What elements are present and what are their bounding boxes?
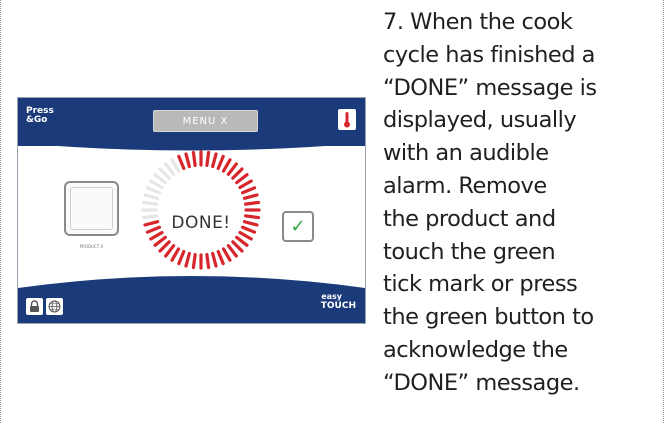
progress-ring-tick xyxy=(149,179,164,190)
progress-ring-tick xyxy=(244,200,261,206)
press-and-go-logo: Press &Go xyxy=(26,107,54,125)
progress-ring-tick xyxy=(221,158,232,173)
progress-ring-tick xyxy=(231,167,244,180)
footer-bar xyxy=(18,276,365,323)
lock-button[interactable] xyxy=(26,298,43,315)
progress-ring-tick xyxy=(158,240,171,253)
progress-ring-tick xyxy=(238,230,253,241)
progress-ring-tick xyxy=(205,253,211,270)
globe-icon xyxy=(48,300,61,313)
progress-ring-tick xyxy=(205,150,211,167)
thermometer-button[interactable] xyxy=(338,109,356,130)
easytouch-logo: easy TOUCH xyxy=(320,292,356,312)
product-button-face xyxy=(70,187,113,230)
progress-ring-tick xyxy=(191,253,197,270)
device-screen: Press &Go MENU X PRODUCT X DONE! ✓ easy … xyxy=(17,97,366,324)
progress-ring-tick xyxy=(153,235,167,247)
progress-ring-tick xyxy=(141,214,158,220)
progress-ring-tick xyxy=(211,152,218,169)
progress-ring-tick xyxy=(170,158,181,173)
progress-ring-tick xyxy=(177,154,186,171)
acknowledge-tick-button[interactable]: ✓ xyxy=(282,211,314,242)
progress-ring-tick xyxy=(216,154,225,171)
progress-ring-tick xyxy=(164,162,176,176)
progress-ring-tick xyxy=(184,251,191,268)
menu-button[interactable]: MENU X xyxy=(153,110,258,132)
progress-ring-tick xyxy=(191,150,197,167)
progress-ring-tick xyxy=(242,220,259,227)
progress-ring-tick xyxy=(226,162,238,176)
progress-ring-tick xyxy=(238,179,253,190)
progress-ring-tick xyxy=(235,173,249,185)
progress-ring-tick xyxy=(170,247,181,262)
easytouch-logo-line-1: easy xyxy=(321,292,342,301)
progress-ring-tick xyxy=(240,225,257,234)
progress-ring-tick xyxy=(143,220,160,227)
check-icon: ✓ xyxy=(290,216,306,237)
progress-ring-tick xyxy=(226,244,238,258)
progress-ring-tick xyxy=(244,214,261,220)
progress-ring-tick xyxy=(235,235,249,247)
progress-ring-tick xyxy=(184,152,191,169)
thermometer-icon xyxy=(344,112,350,128)
progress-ring-tick xyxy=(164,244,176,258)
progress-ring-tick xyxy=(153,173,167,185)
done-message: DONE! xyxy=(171,213,231,233)
progress-ring-tick xyxy=(143,193,160,200)
progress-ring-tick xyxy=(145,225,162,234)
progress-ring-tick xyxy=(149,230,164,241)
logo-line-2: &Go xyxy=(26,115,48,125)
language-button[interactable] xyxy=(46,298,63,315)
progress-ring-tick xyxy=(177,249,186,266)
progress-ring xyxy=(141,150,261,270)
progress-ring-tick xyxy=(216,249,225,266)
progress-ring-tick xyxy=(242,193,259,200)
progress-ring-tick xyxy=(221,247,232,262)
progress-ring-tick xyxy=(158,167,171,180)
instruction-text: 7. When the cook cycle has finished a “D… xyxy=(383,9,597,396)
product-label: PRODUCT X xyxy=(79,244,104,249)
progress-ring-tick xyxy=(211,251,218,268)
easytouch-logo-line-2: TOUCH xyxy=(320,301,356,311)
progress-ring-tick xyxy=(145,186,162,195)
lock-icon xyxy=(30,300,39,312)
product-button[interactable] xyxy=(64,181,119,236)
progress-ring-tick xyxy=(240,186,257,195)
progress-ring-tick xyxy=(141,200,158,206)
progress-ring-tick xyxy=(231,240,244,253)
